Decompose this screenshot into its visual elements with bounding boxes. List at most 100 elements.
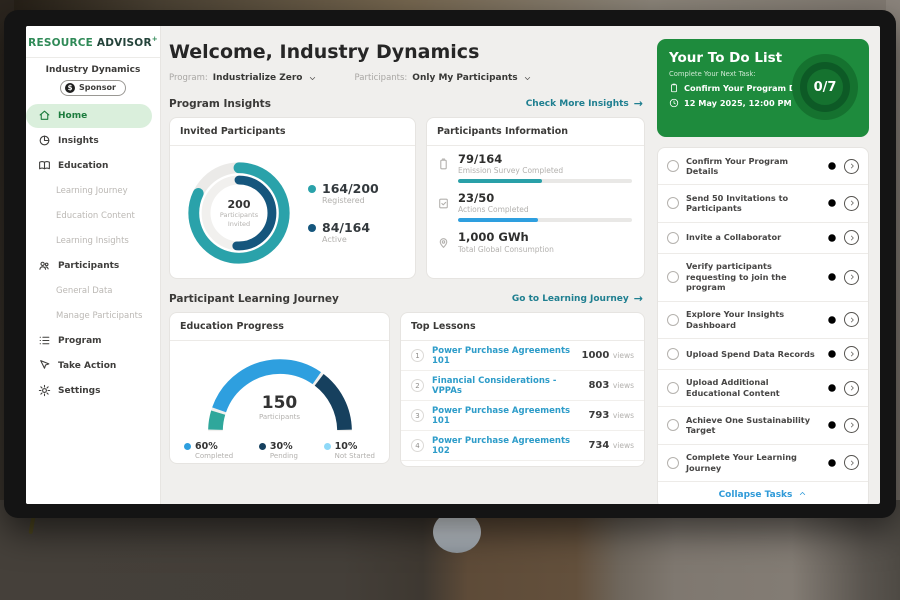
logo-plus: +	[152, 35, 158, 43]
sidebar-item-education[interactable]: Education	[26, 154, 152, 178]
sidebar-item-label: Program	[58, 336, 102, 346]
todo-item-achieve-one-sustainability-target[interactable]: Achieve One Sustainability Target	[658, 407, 868, 444]
lesson-rank: 1	[411, 349, 424, 362]
education-progress-gauge: 150 Participants	[170, 341, 389, 437]
clock-icon	[827, 349, 837, 359]
invited-legend: 164/200Registered84/164Active	[308, 182, 379, 244]
chevron-right-button[interactable]	[844, 230, 859, 245]
sidebar-item-label: Participants	[58, 261, 119, 271]
clock-icon	[669, 98, 679, 108]
take-action-icon	[38, 359, 51, 372]
sidebar-item-take-action[interactable]: Take Action	[26, 354, 152, 378]
todo-item-explore-your-insights-dashboard[interactable]: Explore Your Insights Dashboard	[658, 302, 868, 339]
lesson-row-4[interactable]: 4Power Purchase Agreements 102734 views	[401, 431, 644, 461]
stat-actions-completed: 23/50Actions Completed	[437, 192, 632, 222]
sidebar-item-learning-insights[interactable]: Learning Insights	[26, 229, 152, 253]
invited-legend-registered: 164/200Registered	[308, 182, 379, 205]
arrow-right-icon: →	[634, 97, 643, 110]
chevron-right-button[interactable]	[844, 312, 859, 327]
todo-checkbox[interactable]	[667, 232, 679, 244]
lesson-rank: 4	[411, 439, 424, 452]
lesson-link[interactable]: Power Purchase Agreements 101	[432, 346, 573, 366]
chevron-right-button[interactable]	[844, 381, 859, 396]
clock-icon	[827, 198, 837, 208]
invited-count: 200	[228, 198, 251, 211]
stat-value: 1,000 GWh	[458, 231, 632, 244]
todo-checkbox[interactable]	[667, 457, 679, 469]
todo-checkbox[interactable]	[667, 160, 679, 172]
sidebar-item-settings[interactable]: Settings	[26, 379, 152, 403]
sponsor-badge[interactable]: $ Sponsor	[60, 80, 126, 96]
lesson-row-5[interactable]: 5Power Purchase Agreements 103600 views	[401, 461, 644, 467]
sidebar-item-participants[interactable]: Participants	[26, 254, 152, 278]
todo-checkbox[interactable]	[667, 314, 679, 326]
todo-item-complete-your-learning-journey[interactable]: Complete Your Learning Journey	[658, 445, 868, 482]
todo-progress-value: 0/7	[814, 80, 837, 95]
stat-label: Actions Completed	[458, 205, 632, 214]
todo-checkbox[interactable]	[667, 197, 679, 209]
legend-label: Not Started	[335, 452, 375, 460]
todo-hero-panel: Your To Do List Complete Your Next Task:…	[657, 39, 869, 137]
sidebar-item-home[interactable]: Home	[26, 104, 152, 128]
learning-journey-header: Participant Learning Journey Go to Learn…	[169, 292, 643, 305]
gauge-legend-completed: 60%Completed	[184, 441, 233, 460]
chevron-right-button[interactable]	[844, 346, 859, 361]
todo-checkbox[interactable]	[667, 382, 679, 394]
insights-icon	[38, 134, 51, 147]
learning-journey-cards: Education Progress 150 Participants	[169, 312, 645, 467]
filter-program[interactable]: Program: Industrialize Zero	[169, 73, 317, 83]
top-lessons-card: Top Lessons 1Power Purchase Agreements 1…	[400, 312, 645, 467]
todo-item-upload-additional-educational-content[interactable]: Upload Additional Educational Content	[658, 370, 868, 407]
lesson-link[interactable]: Power Purchase Agreements 102	[432, 436, 580, 456]
todo-checkbox[interactable]	[667, 348, 679, 360]
clock-icon	[827, 458, 837, 468]
lesson-row-3[interactable]: 3Power Purchase Agreements 101793 views	[401, 401, 644, 431]
sidebar: RESOURCE ADVISOR+ Industry Dynamics $ Sp…	[26, 26, 161, 504]
chevron-right-button[interactable]	[844, 270, 859, 285]
todo-checkbox[interactable]	[667, 419, 679, 431]
sidebar-item-general-data[interactable]: General Data	[26, 279, 152, 303]
check-more-insights-link[interactable]: Check More Insights →	[526, 97, 643, 110]
todo-item-invite-a-collaborator[interactable]: Invite a Collaborator	[658, 223, 868, 254]
todo-item-label: Send 50 Invitations to Participants	[686, 193, 820, 214]
gauge-legend: 60%Completed30%Pending10%Not Started	[170, 437, 389, 460]
filter-value: Industrialize Zero	[213, 73, 303, 83]
stat-progress-bar	[458, 179, 632, 183]
clock-icon	[827, 161, 837, 171]
lesson-link[interactable]: Power Purchase Agreements 103	[432, 466, 580, 468]
collapse-tasks-link[interactable]: Collapse Tasks	[658, 482, 868, 504]
sidebar-item-program[interactable]: Program	[26, 329, 152, 353]
sidebar-item-label: Settings	[58, 386, 100, 396]
sidebar-item-insights[interactable]: Insights	[26, 129, 152, 153]
clock-icon	[827, 420, 837, 430]
gauge-legend-not-started: 10%Not Started	[324, 441, 375, 460]
legend-label: Active	[322, 235, 370, 244]
todo-item-label: Complete Your Learning Journey	[686, 452, 820, 473]
lesson-row-1[interactable]: 1Power Purchase Agreements 1011000 views	[401, 341, 644, 371]
chevron-right-button[interactable]	[844, 418, 859, 433]
arrow-right-icon: →	[634, 292, 643, 305]
sidebar-item-label: Home	[58, 111, 87, 121]
legend-dot	[308, 185, 316, 193]
lesson-link[interactable]: Financial Considerations - VPPAs	[432, 376, 580, 396]
chevron-right-button[interactable]	[844, 196, 859, 211]
chevron-right-button[interactable]	[844, 455, 859, 470]
gauge-center: 150 Participants	[170, 393, 389, 421]
todo-item-confirm-your-program-details[interactable]: Confirm Your Program Details	[658, 148, 868, 185]
lesson-row-2[interactable]: 2Financial Considerations - VPPAs803 vie…	[401, 371, 644, 401]
todo-item-verify-participants-requesting-to-join-the-program[interactable]: Verify participants requesting to join t…	[658, 254, 868, 302]
filter-label: Program:	[169, 73, 208, 83]
go-to-learning-journey-link[interactable]: Go to Learning Journey →	[512, 292, 643, 305]
chevron-right-button[interactable]	[844, 159, 859, 174]
filter-participants[interactable]: Participants:Only My Participants	[355, 73, 532, 83]
survey-icon	[437, 156, 450, 169]
sidebar-item-education-content[interactable]: Education Content	[26, 204, 152, 228]
todo-checkbox[interactable]	[667, 271, 679, 283]
sidebar-item-manage-participants[interactable]: Manage Participants	[26, 304, 152, 328]
main-content: Welcome, Industry Dynamics Program:Indus…	[161, 26, 880, 504]
lesson-link[interactable]: Power Purchase Agreements 101	[432, 406, 580, 426]
todo-item-upload-spend-data-records[interactable]: Upload Spend Data Records	[658, 339, 868, 370]
legend-label: Completed	[195, 452, 233, 460]
todo-item-send-50-invitations-to-participants[interactable]: Send 50 Invitations to Participants	[658, 185, 868, 222]
sidebar-item-learning-journey[interactable]: Learning Journey	[26, 179, 152, 203]
